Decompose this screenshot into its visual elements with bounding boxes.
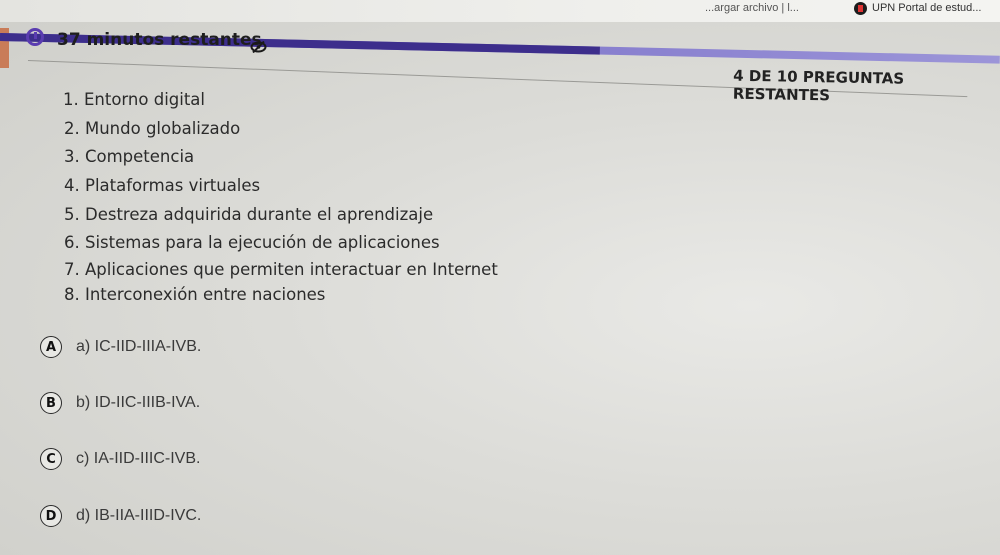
time-remaining-text: 37 minutos restantes [57, 30, 262, 50]
answer-option-b[interactable]: B b) ID-IIC-IIIB-IVA. [40, 391, 200, 415]
list-item: 1. Entorno digital [63, 90, 206, 109]
option-text-b[interactable]: b) ID-IIC-IIIB-IVA. [76, 394, 200, 412]
browser-tab-bar: ...argar archivo | l... UPN Portal de es… [0, 0, 1000, 22]
list-item: 7. Aplicaciones que permiten interactuar… [64, 260, 498, 279]
list-item: 6. Sistemas para la ejecución de aplicac… [64, 233, 440, 252]
option-text-a[interactable]: a) IC-IID-IIIA-IVB. [76, 338, 201, 356]
answer-option-c[interactable]: C c) IA-IID-IIIC-IVB. [40, 447, 200, 471]
option-letter-d[interactable]: D [40, 505, 62, 527]
eye-off-icon[interactable] [250, 41, 267, 53]
browser-tab-previous[interactable]: ...argar archivo | l... [705, 2, 799, 14]
list-item: 4. Plataformas virtuales [64, 176, 261, 195]
option-text-d[interactable]: d) IB-IIA-IIID-IVC. [76, 507, 201, 525]
list-item: 2. Mundo globalizado [64, 119, 241, 138]
list-item: 5. Destreza adquirida durante el aprendi… [64, 205, 434, 224]
questions-remaining: 4 DE 10 PREGUNTAS RESTANTES [732, 66, 905, 105]
timer-icon [26, 28, 44, 46]
portal-favicon-icon [854, 2, 867, 15]
option-letter-c[interactable]: C [40, 448, 62, 470]
list-item: 8. Interconexión entre naciones [64, 285, 326, 304]
browser-tab-portal[interactable]: UPN Portal de estud... [872, 2, 981, 14]
option-letter-b[interactable]: B [40, 392, 62, 414]
answer-option-a[interactable]: A a) IC-IID-IIIA-IVB. [40, 335, 201, 359]
list-item: 3. Competencia [64, 147, 195, 166]
answer-option-d[interactable]: D d) IB-IIA-IIID-IVC. [40, 504, 201, 528]
option-text-c[interactable]: c) IA-IID-IIIC-IVB. [76, 450, 200, 468]
option-letter-a[interactable]: A [40, 336, 62, 358]
